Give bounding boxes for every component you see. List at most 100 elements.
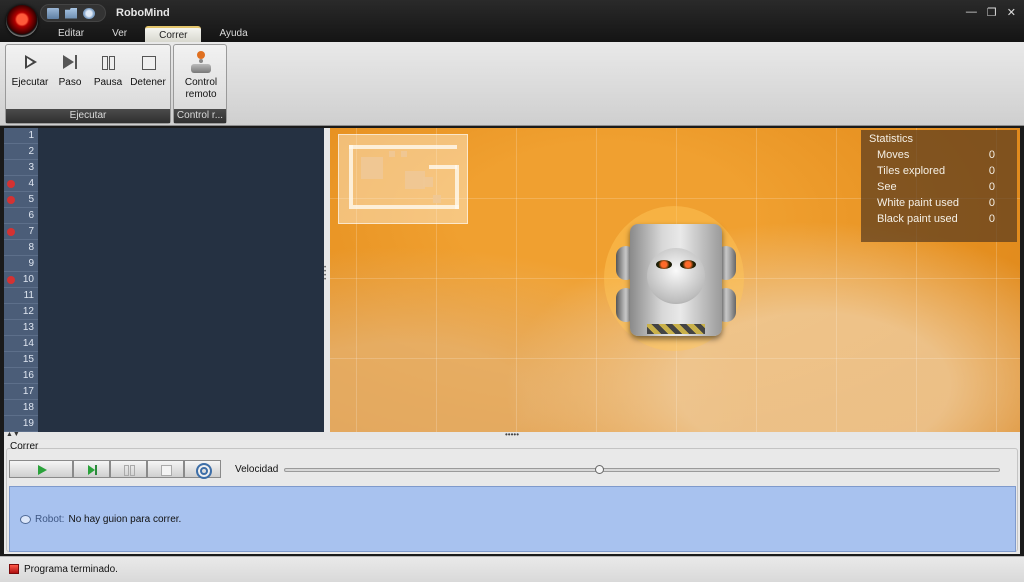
line-number-text: 18 [22, 402, 34, 413]
code-editor[interactable] [38, 128, 324, 432]
breakpoint-icon[interactable] [7, 196, 15, 204]
line-number-text: 12 [22, 306, 34, 317]
remote-control-label: Control remoto [184, 77, 218, 100]
line-number[interactable]: 4 [4, 176, 38, 192]
run-pause-button[interactable] [110, 460, 147, 478]
step-icon [61, 53, 79, 71]
tab-ver[interactable]: Ver [98, 26, 141, 42]
stat-row-tiles-explored: Tiles explored 0 [877, 165, 995, 177]
status-text: Programa terminado. [24, 564, 118, 575]
run-panel-title: Correr [10, 441, 39, 452]
stat-row-black-paint: Black paint used 0 [877, 213, 995, 225]
line-number[interactable]: 7 [4, 224, 38, 240]
line-number-text: 4 [28, 178, 34, 189]
line-number[interactable]: 13 [4, 320, 38, 336]
line-number[interactable]: 14 [4, 336, 38, 352]
message-text: No hay guion para correr. [68, 514, 182, 525]
stop-button[interactable]: Detener [128, 53, 168, 88]
joystick-icon [188, 49, 214, 75]
message: Robot: No hay guion para correr. [20, 514, 181, 525]
statistics-panel: Statistics Moves 0 Tiles explored 0 See 0 W… [861, 130, 1017, 242]
message-area: Robot: No hay guion para correr. [9, 486, 1016, 552]
remote-button[interactable] [184, 460, 221, 478]
line-number[interactable]: 19 [4, 416, 38, 432]
save-icon[interactable] [47, 7, 59, 19]
line-number[interactable]: 2 [4, 144, 38, 160]
line-number[interactable]: 5 [4, 192, 38, 208]
window-controls: — ❐ ✕ [966, 6, 1016, 19]
web-icon[interactable] [83, 7, 95, 19]
run-step-button[interactable] [73, 460, 110, 478]
speed-slider[interactable] [284, 465, 1000, 474]
open-folder-icon[interactable] [65, 7, 77, 19]
line-number-text: 7 [28, 226, 34, 237]
message-sender: Robot: [35, 514, 65, 525]
robot-world-view[interactable]: Statistics Moves 0 Tiles explored 0 See 0 W… [330, 128, 1020, 432]
breakpoint-icon[interactable] [7, 228, 15, 236]
run-button[interactable]: Ejecutar [10, 53, 50, 88]
line-number[interactable]: 9 [4, 256, 38, 272]
menu-tabs: Editar Ver Correr Ayuda [44, 26, 262, 42]
line-number[interactable]: 3 [4, 160, 38, 176]
run-stop-button[interactable] [147, 460, 184, 478]
pause-icon [99, 53, 117, 71]
stopped-status-icon [9, 564, 19, 574]
ribbon: Ejecutar Paso Pausa Detener Ejecutar Con… [0, 42, 1024, 126]
line-number-text: 5 [28, 194, 34, 205]
pause-button-label: Pausa [93, 77, 123, 88]
run-controls [9, 460, 231, 478]
line-number-text: 19 [22, 418, 34, 429]
line-number-text: 17 [22, 386, 34, 397]
line-number[interactable]: 8 [4, 240, 38, 256]
statistics-title: Statistics [869, 133, 914, 145]
line-number-text: 6 [28, 210, 34, 221]
minimize-icon[interactable]: — [966, 6, 977, 19]
tab-ayuda[interactable]: Ayuda [205, 26, 261, 42]
line-number-text: 10 [22, 274, 34, 285]
app-title: RoboMind [116, 7, 170, 19]
step-button[interactable]: Paso [52, 53, 88, 88]
line-number-text: 15 [22, 354, 34, 365]
line-number[interactable]: 1 [4, 128, 38, 144]
horizontal-splitter[interactable]: ▲▼ ••••• [4, 431, 1020, 440]
line-number[interactable]: 12 [4, 304, 38, 320]
line-number[interactable]: 18 [4, 400, 38, 416]
line-number[interactable]: 15 [4, 352, 38, 368]
stop-icon [139, 53, 157, 71]
run-play-button[interactable] [9, 460, 73, 478]
line-number-text: 14 [22, 338, 34, 349]
collapse-arrows-icon[interactable]: ▲▼ [6, 431, 20, 438]
line-number-text: 11 [23, 290, 34, 301]
line-number[interactable]: 6 [4, 208, 38, 224]
step-button-label: Paso [58, 77, 82, 88]
line-number[interactable]: 10 [4, 272, 38, 288]
pause-button[interactable]: Pausa [90, 53, 126, 88]
breakpoint-icon[interactable] [7, 276, 15, 284]
robot [604, 206, 744, 351]
line-number[interactable]: 16 [4, 368, 38, 384]
remote-control-button[interactable]: Control remoto [176, 49, 226, 101]
line-number-text: 8 [28, 242, 34, 253]
line-number-text: 1 [28, 130, 34, 141]
breakpoint-icon[interactable] [7, 180, 15, 188]
stop-button-label: Detener [130, 77, 166, 88]
ribbon-group-run-label: Ejecutar [6, 109, 170, 123]
line-number-gutter[interactable]: 1 2 3 4 5 6 7 8 9 10 11 12 13 14 15 16 17 18 19 [4, 128, 38, 432]
stat-row-white-paint: White paint used 0 [877, 197, 995, 209]
ribbon-group-remote: Control remoto Control r... [173, 44, 227, 124]
play-icon [21, 53, 39, 71]
tab-correr[interactable]: Correr [145, 26, 202, 42]
line-number-text: 3 [28, 162, 34, 173]
ribbon-group-remote-label: Control r... [174, 109, 226, 123]
restore-icon[interactable]: ❐ [987, 6, 997, 19]
close-icon[interactable]: ✕ [1007, 6, 1016, 19]
line-number[interactable]: 17 [4, 384, 38, 400]
title-bar: RoboMind — ❐ ✕ Editar Ver Correr Ayuda [0, 0, 1024, 42]
app-orb-button[interactable] [6, 5, 38, 37]
tab-editar[interactable]: Editar [44, 26, 98, 42]
line-number[interactable]: 11 [4, 288, 38, 304]
speed-label: Velocidad [235, 464, 279, 475]
status-bar: Programa terminado. [0, 556, 1024, 582]
run-panel: Correr Velocidad Robot: No hay guion par… [4, 440, 1020, 554]
line-number-text: 2 [28, 146, 34, 157]
